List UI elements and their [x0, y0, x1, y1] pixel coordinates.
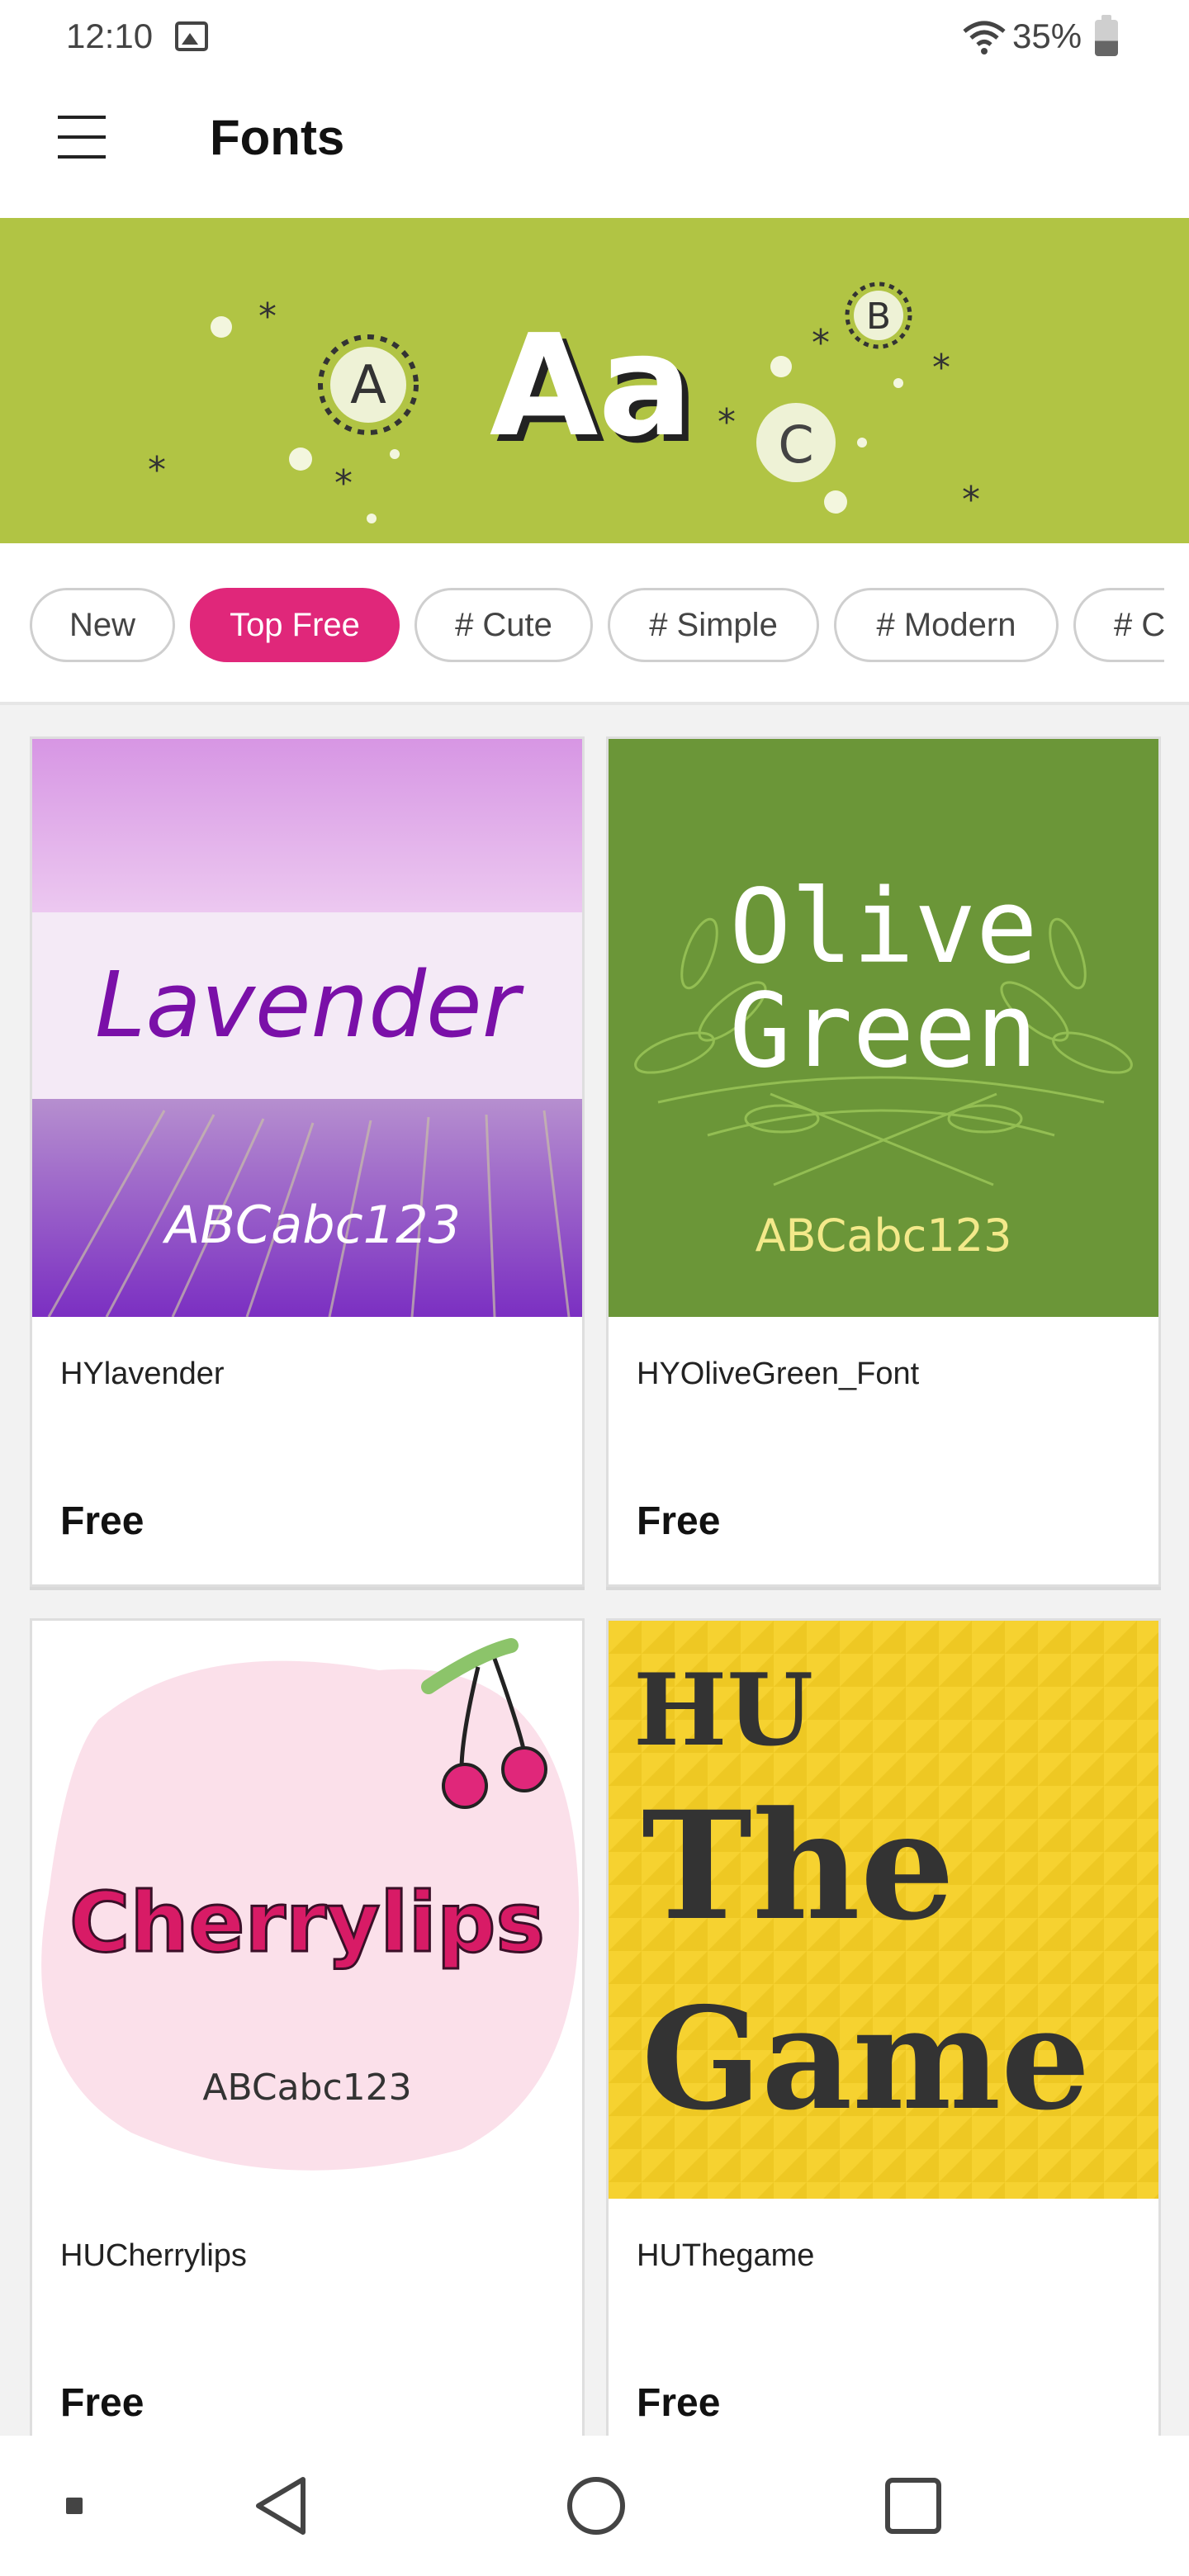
font-preview-image: Cherrylips ABCabc123: [32, 1621, 582, 2199]
preview-sample: ABCabc123: [162, 1195, 461, 1255]
overview-icon[interactable]: [872, 2436, 955, 2576]
system-nav-bar: [0, 2436, 1189, 2576]
banner-letter-c: C: [778, 414, 813, 475]
font-name: HUCherrylips: [60, 2238, 247, 2273]
chip-top-free[interactable]: Top Free: [190, 588, 400, 662]
preview-title: Lavender: [95, 952, 524, 1058]
font-card-hucherrylips[interactable]: Cherrylips ABCabc123 HUCherrylips Free: [30, 1618, 585, 2444]
fonts-banner[interactable]: * * * * * * * A B C Aa Aa: [0, 218, 1189, 543]
svg-text:*: *: [258, 296, 277, 338]
chip-cute[interactable]: # Cute: [414, 588, 593, 662]
category-chip-bar: New Top Free # Cute # Simple # Modern # …: [0, 543, 1189, 705]
font-preview-image: HU The Game: [609, 1621, 1158, 2199]
svg-text:*: *: [148, 449, 166, 491]
preview-title-line-1: Olive: [729, 868, 1037, 987]
svg-text:*: *: [812, 322, 830, 364]
preview-title-line-2: The: [642, 1779, 955, 1953]
menu-icon[interactable]: [58, 116, 106, 160]
preview-sample: ABCabc123: [202, 2067, 411, 2109]
svg-text:*: *: [962, 479, 980, 521]
banner-aa-text: Aa: [490, 305, 693, 468]
font-name: HYlavender: [60, 1357, 225, 1391]
font-price: Free: [60, 2381, 144, 2425]
battery-icon: [1095, 15, 1118, 56]
page-title: Fonts: [210, 110, 345, 165]
recent-dot-icon[interactable]: [33, 2436, 116, 2576]
image-icon: [175, 21, 208, 51]
font-preview-image: Olive Green ABCabc123: [609, 739, 1158, 1317]
font-card-hylavender[interactable]: Lavender ABCabc123 HYlavender Free: [30, 736, 585, 1587]
svg-text:*: *: [334, 462, 353, 504]
chip-simple[interactable]: # Simple: [608, 588, 819, 662]
battery-percent: 35%: [1012, 17, 1082, 55]
banner-illustration: * * * * * * * A B C Aa Aa: [148, 282, 980, 523]
chip-modern[interactable]: # Modern: [834, 588, 1059, 662]
font-price: Free: [637, 1499, 721, 1543]
preview-title-line-2: Green: [729, 972, 1037, 1091]
back-icon[interactable]: [239, 2436, 322, 2576]
font-price: Free: [637, 2381, 721, 2425]
home-icon[interactable]: [555, 2436, 637, 2576]
font-price: Free: [60, 1499, 144, 1543]
app-bar: Fonts: [0, 76, 1189, 218]
svg-text:*: *: [932, 347, 950, 389]
font-card-hyolivegreen[interactable]: Olive Green ABCabc123 HYOliveGreen_Font …: [606, 736, 1161, 1587]
preview-title-line-1: HU: [633, 1652, 813, 1769]
font-name: HYOliveGreen_Font: [637, 1357, 920, 1391]
svg-text:*: *: [718, 401, 736, 443]
preview-title: Cherrylips: [69, 1874, 545, 1971]
chip-partial[interactable]: # C: [1073, 588, 1164, 662]
banner-letter-b: B: [866, 296, 891, 338]
preview-title-line-3: Game: [642, 1977, 1090, 2142]
preview-sample: ABCabc123: [756, 1210, 1012, 1262]
status-bar: 12:10 35%: [0, 0, 1189, 76]
wifi-icon: [963, 21, 1006, 54]
font-name: HUThegame: [637, 2238, 815, 2273]
chip-new[interactable]: New: [30, 588, 175, 662]
font-preview-image: Lavender ABCabc123: [32, 739, 582, 1317]
status-time: 12:10: [66, 17, 154, 55]
font-card-huthegame[interactable]: HU The Game HUThegame Free: [606, 1618, 1161, 2444]
banner-letter-a: A: [350, 355, 386, 416]
